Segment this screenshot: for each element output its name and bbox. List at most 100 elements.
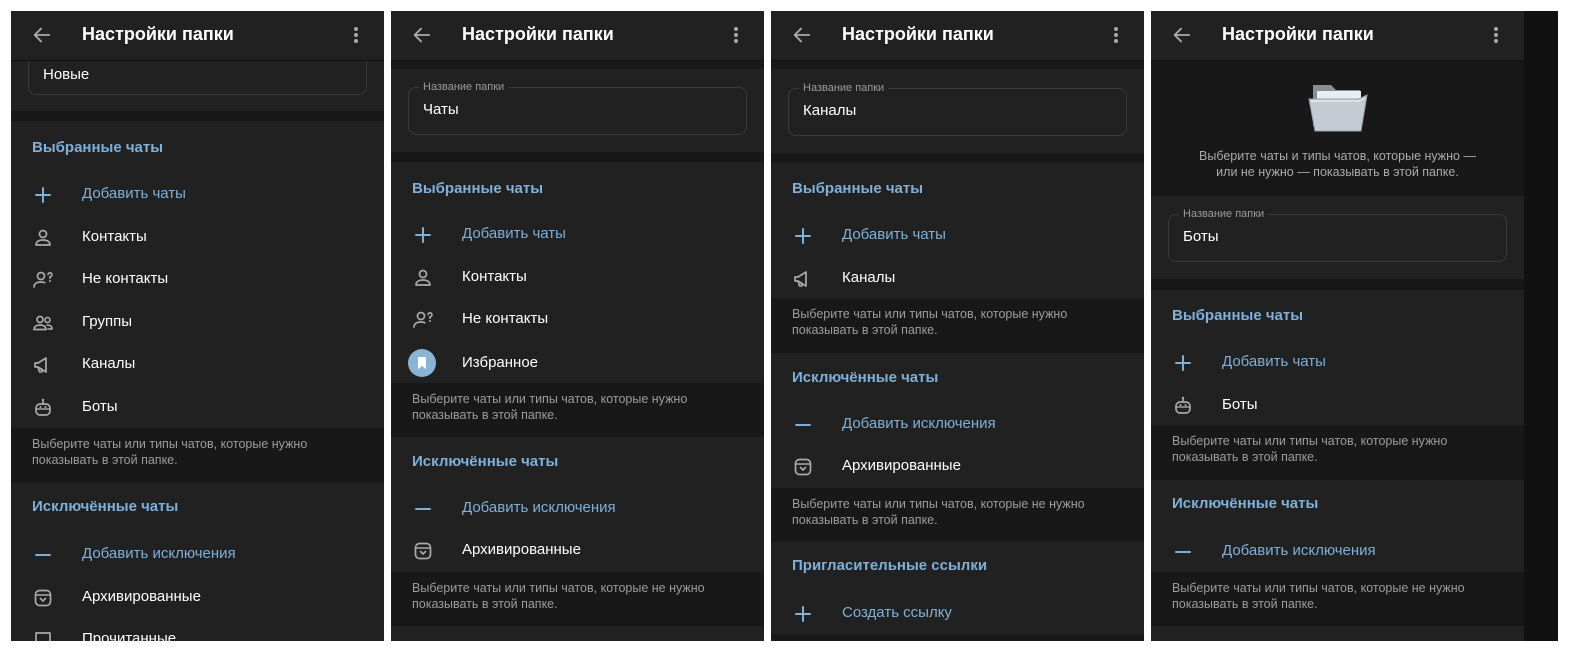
intro-block: Выберите чаты и типы чатов, которые нужн…: [1151, 61, 1524, 187]
list-item-non-contacts[interactable]: Не контакты: [391, 299, 764, 339]
folder-illustration-icon: [1307, 75, 1369, 135]
page-title: Настройки папки: [1222, 24, 1374, 44]
included-chats-section: Выбранные чаты Добавить чаты Контакты Не…: [391, 162, 764, 383]
folder-name-field[interactable]: Название папки Боты: [1168, 208, 1507, 262]
add-exclusions-button[interactable]: Добавить исключения: [11, 534, 384, 574]
list-item-archived[interactable]: Архивированные: [391, 530, 764, 570]
folder-name-field[interactable]: Название папки Каналы: [788, 82, 1127, 136]
more-menu-icon[interactable]: [352, 24, 360, 46]
excluded-chats-title: Исключённые чаты: [792, 369, 939, 386]
group-icon: [31, 311, 55, 335]
panel-folder-bots: Настройки папки Выберите чаты и типы чат…: [1151, 11, 1524, 641]
add-chats-label: Добавить чаты: [462, 225, 566, 242]
header: Настройки папки: [1151, 11, 1524, 61]
megaphone-icon: [31, 353, 55, 377]
list-item-contacts[interactable]: Контакты: [11, 217, 384, 257]
add-exclusions-label: Добавить исключения: [842, 415, 996, 432]
intro-text: Выберите чаты и типы чатов, которые нужн…: [1199, 149, 1476, 179]
add-exclusions-button[interactable]: Добавить исключения: [1151, 531, 1524, 571]
megaphone-icon: [791, 267, 815, 291]
plus-icon: [791, 602, 815, 626]
folder-name-field[interactable]: Название папки Чаты: [408, 81, 747, 135]
bookmark-icon: [408, 349, 436, 377]
add-exclusions-button[interactable]: Добавить исключения: [391, 488, 764, 528]
list-item-read[interactable]: Прочитанные: [11, 619, 384, 641]
back-arrow-icon[interactable]: [411, 24, 433, 46]
back-arrow-icon[interactable]: [1171, 24, 1193, 46]
folder-name-block: Название папки Чаты: [391, 69, 764, 152]
add-exclusions-label: Добавить исключения: [462, 499, 616, 516]
add-chats-button[interactable]: Добавить чаты: [771, 215, 1144, 255]
person-question-icon: [411, 308, 435, 332]
list-item-non-contacts[interactable]: Не контакты: [11, 259, 384, 299]
panel-folder-new: Настройки папки Новые Выбранные чаты Доб…: [11, 11, 384, 641]
list-item-channels[interactable]: Каналы: [771, 258, 1144, 298]
folder-name-value: Боты: [1183, 228, 1219, 245]
read-label: Прочитанные: [82, 630, 177, 641]
excluded-chats-section: Исключённые чаты Добавить исключения Арх…: [391, 437, 764, 572]
minus-icon: [411, 497, 435, 521]
back-arrow-icon[interactable]: [31, 24, 53, 46]
included-chats-title: Выбранные чаты: [32, 139, 164, 156]
folder-name-value: Новые: [43, 66, 90, 83]
included-hint: Выберите чаты или типы чатов, которые ну…: [1172, 434, 1448, 464]
excluded-chats-title: Исключённые чаты: [1172, 495, 1319, 512]
included-chats-section: Выбранные чаты Добавить чаты Контакты Не…: [11, 121, 384, 428]
excluded-hint: Выберите чаты или типы чатов, которые не…: [412, 581, 705, 611]
archived-label: Архивированные: [82, 588, 201, 605]
plus-icon: [1171, 351, 1195, 375]
folder-name-label: Название папки: [419, 81, 509, 93]
more-menu-icon[interactable]: [732, 24, 740, 46]
chat-check-icon: [31, 628, 55, 641]
included-chats-section: Выбранные чаты Добавить чаты Боты: [1151, 290, 1524, 425]
excluded-chats-title: Исключённые чаты: [412, 453, 559, 470]
header: Настройки папки: [771, 11, 1144, 61]
excluded-chats-section: Исключённые чаты Добавить исключения Арх…: [11, 483, 384, 641]
bottom-surface: [391, 626, 764, 641]
list-item-saved[interactable]: Избранное: [391, 343, 764, 383]
more-menu-icon[interactable]: [1492, 24, 1500, 46]
page-title: Настройки папки: [842, 24, 994, 44]
bots-label: Боты: [82, 398, 118, 415]
add-chats-button[interactable]: Добавить чаты: [1151, 342, 1524, 382]
plus-icon: [411, 223, 435, 247]
folder-name-label: Название папки: [799, 82, 889, 94]
add-chats-button[interactable]: Добавить чаты: [391, 214, 764, 254]
panel-folder-channels: Настройки папки Название папки Каналы Вы…: [771, 11, 1144, 641]
list-item-groups[interactable]: Группы: [11, 302, 384, 342]
add-chats-label: Добавить чаты: [1222, 353, 1326, 370]
list-item-channels[interactable]: Каналы: [11, 344, 384, 384]
window-edge: [1524, 11, 1558, 641]
add-exclusions-label: Добавить исключения: [82, 545, 236, 562]
list-item-contacts[interactable]: Контакты: [391, 257, 764, 297]
person-icon: [411, 266, 435, 290]
create-link-label: Создать ссылку: [842, 604, 952, 621]
non-contacts-label: Не контакты: [82, 270, 169, 287]
included-chats-title: Выбранные чаты: [792, 180, 924, 197]
add-chats-button[interactable]: Добавить чаты: [11, 174, 384, 214]
more-menu-icon[interactable]: [1112, 24, 1120, 46]
list-item-bots[interactable]: Боты: [11, 387, 384, 427]
create-link-button[interactable]: Создать ссылку: [771, 593, 1144, 633]
bot-icon: [1171, 394, 1195, 418]
groups-label: Группы: [82, 313, 132, 330]
header: Настройки папки: [391, 11, 764, 61]
plus-icon: [791, 224, 815, 248]
list-item-bots[interactable]: Боты: [1151, 385, 1524, 425]
archived-label: Архивированные: [842, 457, 961, 474]
page-title: Настройки папки: [462, 24, 614, 44]
excluded-hint: Выберите чаты или типы чатов, которые не…: [792, 497, 1085, 527]
excluded-chats-title: Исключённые чаты: [32, 498, 179, 515]
back-arrow-icon[interactable]: [791, 24, 813, 46]
non-contacts-label: Не контакты: [462, 310, 549, 327]
archive-icon: [411, 539, 435, 563]
included-chats-section: Выбранные чаты Добавить чаты Каналы: [771, 163, 1144, 298]
included-hint: Выберите чаты или типы чатов, которые ну…: [32, 437, 308, 467]
plus-icon: [31, 183, 55, 207]
minus-icon: [791, 413, 815, 437]
included-hint: Выберите чаты или типы чатов, которые ну…: [412, 392, 688, 422]
add-exclusions-button[interactable]: Добавить исключения: [771, 404, 1144, 444]
archived-label: Архивированные: [462, 541, 581, 558]
list-item-archived[interactable]: Архивированные: [771, 446, 1144, 486]
list-item-archived[interactable]: Архивированные: [11, 577, 384, 617]
